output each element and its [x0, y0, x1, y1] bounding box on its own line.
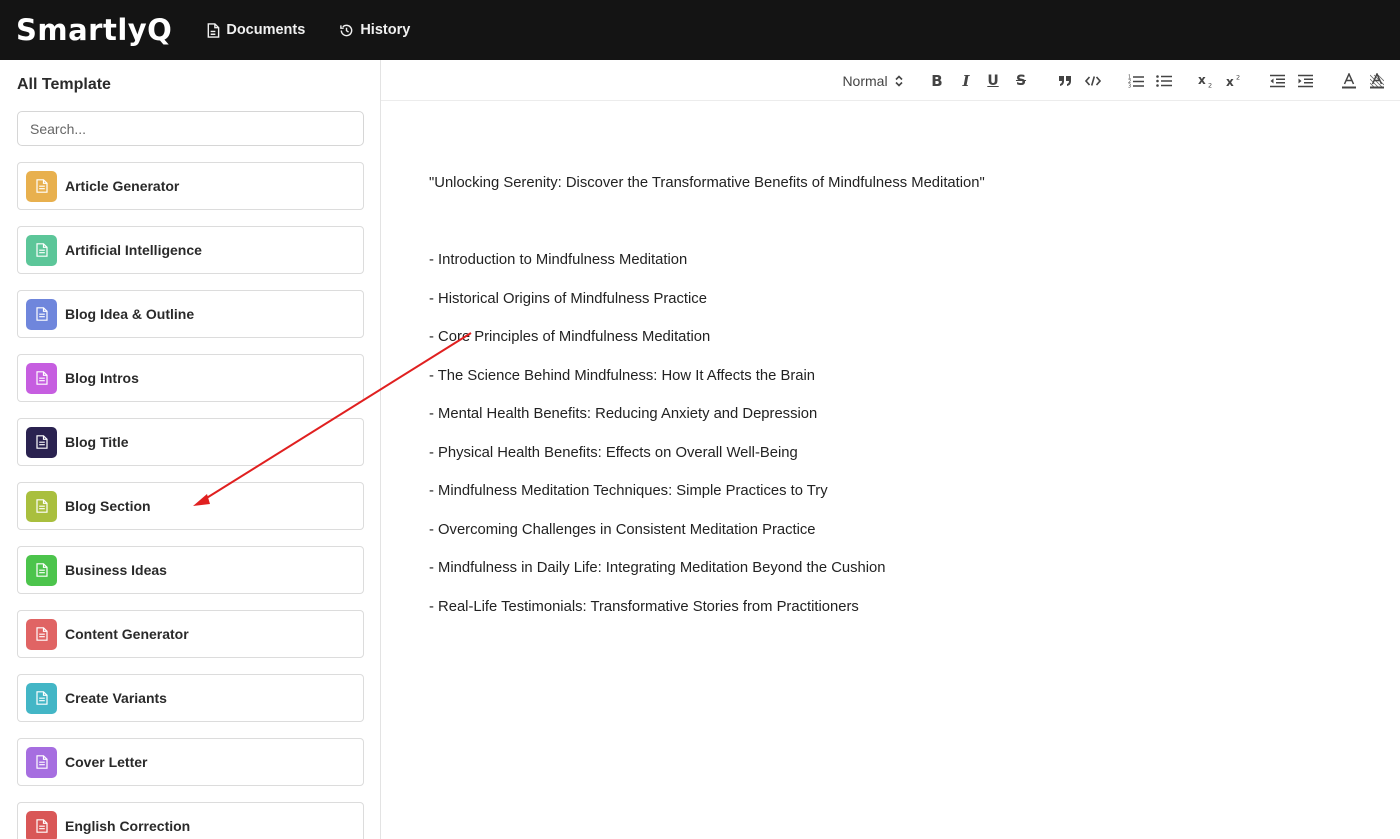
template-item[interactable]: Artificial Intelligence: [17, 226, 364, 274]
template-item[interactable]: Blog Idea & Outline: [17, 290, 364, 338]
template-item-label: Artificial Intelligence: [65, 242, 202, 258]
background-color-button[interactable]: [1367, 60, 1387, 101]
template-item-label: Content Generator: [65, 626, 189, 642]
nav-history-label: History: [360, 22, 411, 38]
template-document-icon: [26, 810, 57, 839]
bold-icon: B: [931, 71, 943, 90]
text-color-button[interactable]: [1339, 60, 1359, 101]
template-search-input[interactable]: [17, 111, 364, 146]
bullet-list-button[interactable]: [1154, 60, 1174, 101]
template-item[interactable]: Create Variants: [17, 674, 364, 722]
document-editor[interactable]: "Unlocking Serenity: Discover the Transf…: [381, 101, 1400, 839]
template-document-icon: [26, 170, 57, 202]
template-item[interactable]: Blog Intros: [17, 354, 364, 402]
template-item-label: Blog Idea & Outline: [65, 306, 195, 322]
outdent-button[interactable]: [1267, 60, 1287, 101]
ordered-list-button[interactable]: 1 2 3: [1126, 60, 1146, 101]
template-document-icon: [26, 426, 57, 458]
template-document-icon: [26, 746, 57, 778]
template-document-icon: [26, 554, 57, 586]
bullet-list-icon: [1156, 74, 1172, 87]
chevron-updown-icon: [894, 74, 903, 87]
template-sidebar: All Template Article Generator Artificial…: [0, 60, 381, 839]
template-item[interactable]: English Correction: [17, 802, 364, 839]
template-item[interactable]: Blog Title: [17, 418, 364, 466]
document-icon: [207, 22, 220, 38]
svg-text:2: 2: [1208, 81, 1212, 88]
editor-toolbar: Normal B I U S 1 2 3 x 2 x 2: [381, 60, 1400, 101]
template-item-label: Create Variants: [65, 690, 167, 706]
underline-button[interactable]: U: [983, 60, 1003, 101]
template-document-icon: [26, 618, 57, 650]
outline-item: - Mental Health Benefits: Reducing Anxie…: [429, 406, 818, 422]
text-color-icon: [1342, 72, 1356, 88]
template-item[interactable]: Content Generator: [17, 610, 364, 658]
template-item[interactable]: Article Generator: [17, 162, 364, 210]
template-item-label: Cover Letter: [65, 754, 148, 770]
nav-documents-label: Documents: [226, 22, 306, 38]
format-select-value: Normal: [842, 72, 888, 89]
app-logo[interactable]: SmartlyQ: [16, 13, 172, 47]
outline-item: - Real-Life Testimonials: Transformative…: [429, 598, 859, 615]
outline-item: - Historical Origins of Mindfulness Prac…: [429, 290, 707, 307]
document-title-line: "Unlocking Serenity: Discover the Transf…: [429, 175, 985, 191]
template-item[interactable]: Cover Letter: [17, 738, 364, 786]
outline-item: - Mindfulness Meditation Techniques: Sim…: [429, 483, 828, 499]
outline-item: - Core Principles of Mindfulness Meditat…: [429, 329, 711, 345]
sidebar-title: All Template: [17, 76, 111, 93]
blockquote-button[interactable]: [1055, 60, 1075, 101]
template-document-icon: [26, 682, 57, 714]
svg-text:x: x: [1226, 75, 1234, 88]
nav-history[interactable]: History: [339, 22, 410, 38]
quote-icon: [1059, 75, 1071, 86]
outline-item: - Overcoming Challenges in Consistent Me…: [429, 521, 816, 538]
superscript-button[interactable]: x 2: [1224, 60, 1246, 101]
history-icon: [340, 24, 353, 36]
code-icon: [1085, 75, 1101, 86]
outline-item: - The Science Behind Mindfulness: How It…: [429, 367, 816, 384]
outdent-icon: [1270, 74, 1285, 87]
template-item[interactable]: Business Ideas: [17, 546, 364, 594]
ordered-list-icon: 1 2 3: [1128, 74, 1144, 88]
subscript-button[interactable]: x 2: [1196, 60, 1218, 101]
outline-item: - Introduction to Mindfulness Meditation: [429, 252, 688, 268]
template-item-label: Blog Title: [65, 434, 129, 450]
template-document-icon: [26, 234, 57, 266]
outline-item: - Physical Health Benefits: Effects on O…: [429, 444, 798, 461]
subscript-icon: x 2: [1198, 74, 1212, 88]
bold-button[interactable]: B: [927, 60, 947, 101]
svg-text:x: x: [1198, 74, 1206, 87]
outline-item: - Mindfulness in Daily Life: Integrating…: [429, 560, 886, 576]
svg-text:2: 2: [1236, 74, 1240, 82]
underline-icon: U: [987, 72, 999, 89]
template-item-label: Blog Section: [65, 498, 151, 514]
template-item-label: Business Ideas: [65, 562, 167, 578]
superscript-icon: x 2: [1226, 74, 1240, 88]
template-document-icon: [26, 490, 57, 522]
template-item-label: Article Generator: [65, 178, 180, 194]
template-document-icon: [26, 362, 57, 394]
italic-button[interactable]: I: [956, 60, 976, 101]
indent-icon: [1298, 74, 1313, 87]
indent-button[interactable]: [1295, 60, 1315, 101]
italic-icon: I: [962, 71, 970, 90]
strike-button[interactable]: S: [1011, 60, 1031, 101]
code-button[interactable]: [1083, 60, 1103, 101]
template-item[interactable]: Blog Section: [17, 482, 364, 530]
main-nav: Documents History: [206, 22, 444, 38]
template-document-icon: [26, 298, 57, 330]
nav-documents[interactable]: Documents: [206, 22, 305, 38]
top-navbar: SmartlyQ Documents History: [0, 0, 1400, 60]
strike-icon: S: [1015, 72, 1027, 89]
template-item-label: English Correction: [65, 818, 191, 834]
svg-text:3: 3: [1128, 83, 1131, 88]
background-color-icon: [1370, 72, 1384, 88]
template-item-label: Blog Intros: [65, 370, 139, 386]
format-select[interactable]: Normal: [839, 60, 907, 101]
